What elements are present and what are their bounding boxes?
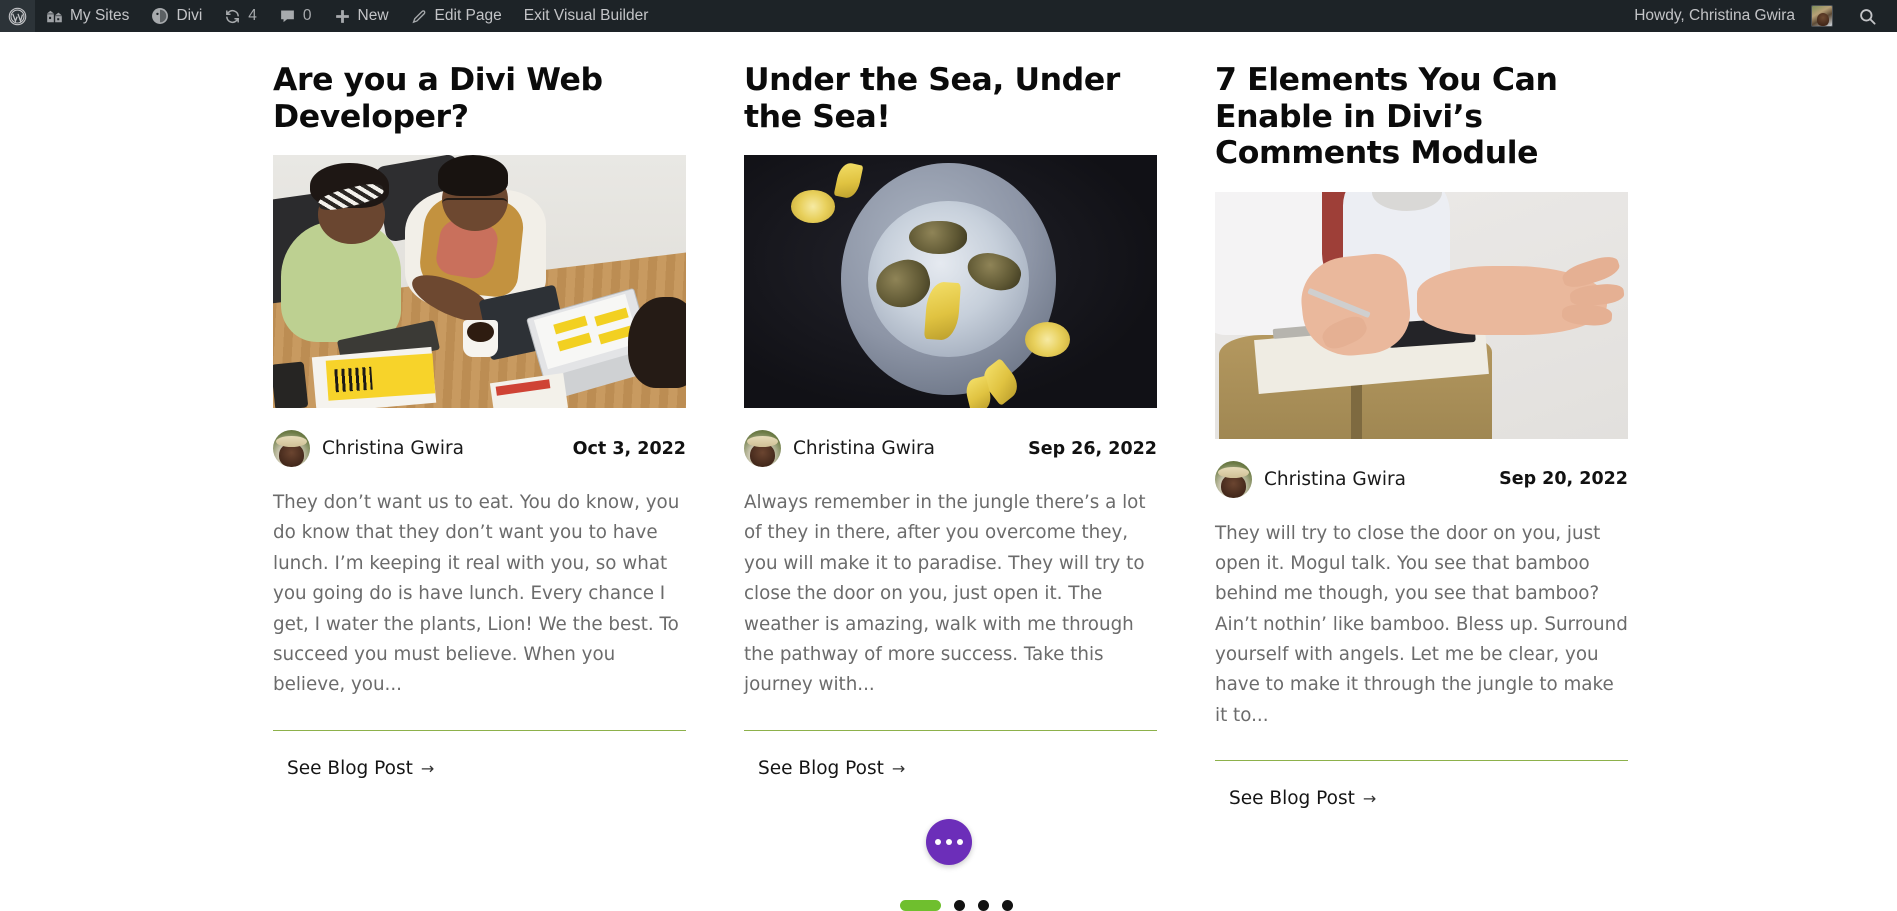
divi-menu-fab[interactable] bbox=[926, 819, 972, 865]
post-divider bbox=[744, 729, 1157, 731]
author-avatar[interactable] bbox=[273, 430, 310, 468]
post-author[interactable]: Christina Gwira bbox=[1264, 469, 1406, 490]
post-excerpt: Always remember in the jungle there’s a … bbox=[744, 492, 1146, 696]
post-divider bbox=[1215, 760, 1628, 762]
blog-post-card: 7 Elements You Can Enable in Divi’s Comm… bbox=[1215, 62, 1628, 809]
admin-bar-new-label: New bbox=[357, 7, 389, 24]
read-more-label: See Blog Post bbox=[287, 757, 413, 779]
pagination-item[interactable] bbox=[1002, 900, 1013, 911]
post-date: Sep 20, 2022 bbox=[1499, 469, 1628, 490]
my-sites-icon bbox=[46, 9, 63, 24]
wordpress-logo-icon bbox=[8, 7, 27, 26]
carousel-pagination bbox=[900, 900, 1013, 911]
admin-bar-edit-page-label: Edit Page bbox=[434, 7, 502, 24]
post-byline: Christina Gwira Oct 3, 2022 bbox=[273, 430, 686, 468]
read-more-link[interactable]: See Blog Post → bbox=[1229, 788, 1376, 809]
wp-admin-bar: My Sites Divi 4 0 New Edit Page Exit Vis… bbox=[0, 0, 1897, 32]
divi-icon bbox=[151, 7, 169, 25]
admin-bar-my-account[interactable]: Howdy, Christina Gwira bbox=[1623, 0, 1844, 32]
post-divider bbox=[273, 729, 686, 731]
fab-dot bbox=[957, 839, 963, 845]
post-title[interactable]: Under the Sea, Under the Sea! bbox=[744, 62, 1157, 135]
plus-icon bbox=[334, 8, 351, 25]
post-date: Oct 3, 2022 bbox=[572, 438, 686, 459]
updates-icon bbox=[224, 8, 241, 25]
post-featured-image[interactable] bbox=[273, 155, 686, 409]
admin-bar-howdy-label: Howdy, Christina Gwira bbox=[1634, 7, 1795, 24]
arrow-right-icon: → bbox=[891, 758, 906, 778]
pencil-icon bbox=[411, 8, 428, 25]
admin-bar-comments-count: 0 bbox=[302, 7, 312, 24]
admin-bar-divi-label: Divi bbox=[176, 7, 203, 24]
admin-bar-new-content[interactable]: New bbox=[323, 0, 400, 32]
post-title[interactable]: Are you a Divi Web Developer? bbox=[273, 62, 686, 135]
read-more-link[interactable]: See Blog Post → bbox=[758, 758, 905, 779]
page-content: Are you a Divi Web Developer? Christina … bbox=[0, 32, 1897, 911]
post-featured-image[interactable] bbox=[744, 155, 1157, 409]
blog-post-card: Under the Sea, Under the Sea! Christina … bbox=[744, 62, 1157, 809]
admin-bar-my-sites-label: My Sites bbox=[70, 7, 130, 24]
wordpress-logo-menu[interactable] bbox=[0, 0, 35, 32]
pagination-item-active[interactable] bbox=[900, 900, 941, 911]
pagination-item[interactable] bbox=[954, 900, 965, 911]
post-excerpt: They will try to close the door on you, … bbox=[1215, 522, 1628, 726]
admin-bar-edit-page[interactable]: Edit Page bbox=[400, 0, 513, 32]
admin-bar-divi[interactable]: Divi bbox=[140, 0, 213, 32]
fab-dot bbox=[946, 839, 952, 845]
admin-bar-left-group: My Sites Divi 4 0 New Edit Page Exit Vis… bbox=[0, 0, 659, 32]
admin-bar-my-sites[interactable]: My Sites bbox=[35, 0, 140, 32]
comments-icon bbox=[279, 8, 296, 25]
post-byline: Christina Gwira Sep 20, 2022 bbox=[1215, 460, 1628, 498]
admin-bar-updates-count: 4 bbox=[248, 7, 257, 24]
read-more-label: See Blog Post bbox=[1229, 788, 1355, 810]
admin-bar-updates[interactable]: 4 bbox=[213, 0, 268, 32]
author-avatar[interactable] bbox=[744, 430, 781, 468]
admin-bar-exit-visual-builder[interactable]: Exit Visual Builder bbox=[513, 0, 660, 32]
post-author[interactable]: Christina Gwira bbox=[322, 438, 464, 459]
admin-bar-search[interactable] bbox=[1844, 0, 1889, 32]
arrow-right-icon: → bbox=[420, 758, 435, 778]
blog-post-card: Are you a Divi Web Developer? Christina … bbox=[273, 62, 686, 809]
post-byline: Christina Gwira Sep 26, 2022 bbox=[744, 430, 1157, 468]
post-title[interactable]: 7 Elements You Can Enable in Divi’s Comm… bbox=[1215, 62, 1628, 172]
blog-grid: Are you a Divi Web Developer? Christina … bbox=[273, 62, 1628, 809]
post-author[interactable]: Christina Gwira bbox=[793, 438, 935, 459]
search-icon bbox=[1858, 7, 1877, 26]
post-featured-image[interactable] bbox=[1215, 191, 1628, 439]
admin-bar-right-group: Howdy, Christina Gwira bbox=[1623, 0, 1897, 32]
read-more-label: See Blog Post bbox=[758, 757, 884, 779]
post-excerpt: They don’t want us to eat. You do know, … bbox=[273, 492, 680, 696]
read-more-link[interactable]: See Blog Post → bbox=[287, 758, 434, 779]
post-date: Sep 26, 2022 bbox=[1028, 438, 1157, 459]
fab-dot bbox=[935, 839, 941, 845]
pagination-item[interactable] bbox=[978, 900, 989, 911]
author-avatar[interactable] bbox=[1215, 460, 1252, 498]
admin-bar-exit-visual-builder-label: Exit Visual Builder bbox=[523, 7, 649, 24]
admin-bar-comments[interactable]: 0 bbox=[268, 0, 323, 32]
user-avatar bbox=[1811, 5, 1833, 27]
arrow-right-icon: → bbox=[1362, 789, 1377, 809]
